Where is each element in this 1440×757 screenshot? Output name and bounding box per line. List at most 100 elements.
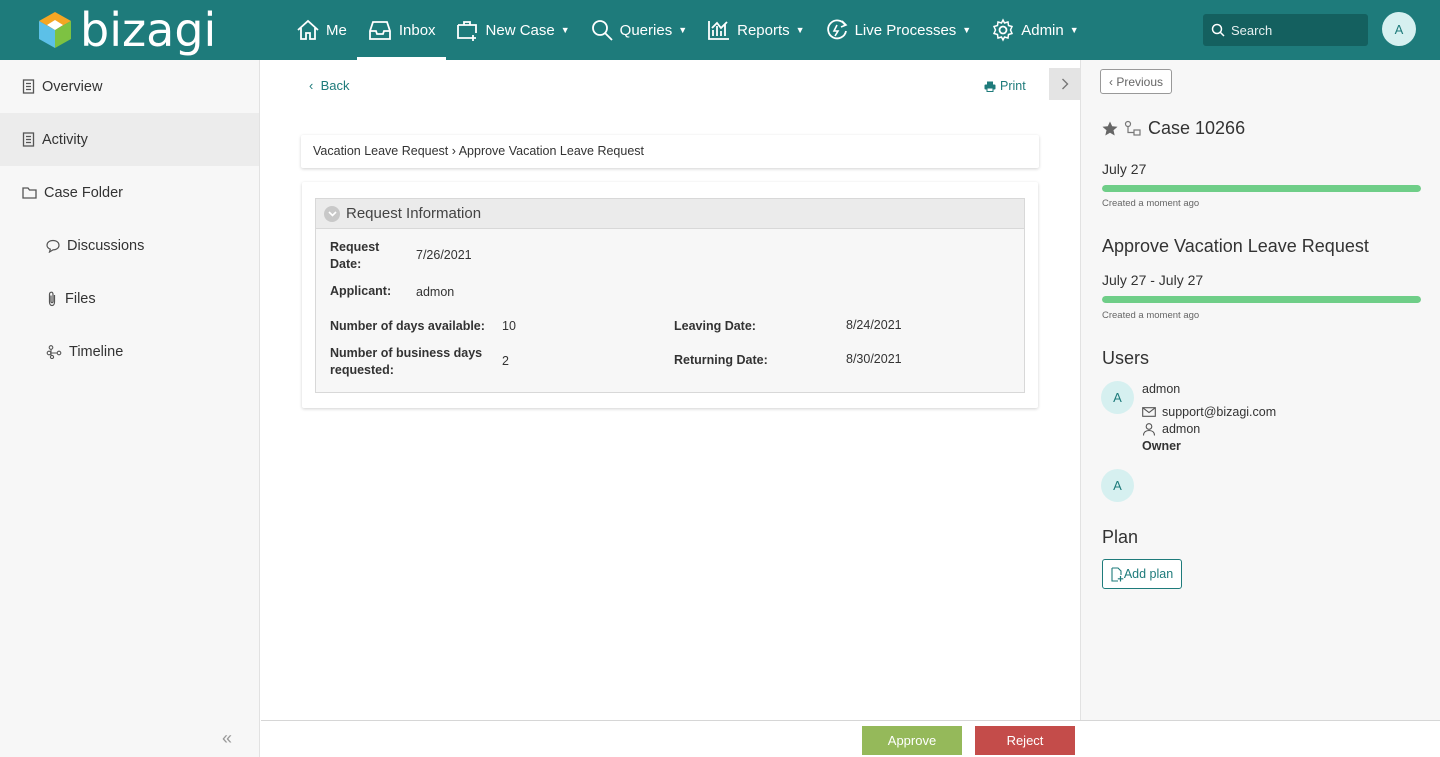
nav-label-reports: Reports [737,21,790,39]
sidebar-label: Files [65,290,96,307]
user-username: admon [1162,422,1201,436]
returning-date-value: 8/30/2021 [846,352,902,366]
applicant-value: admon [416,285,455,299]
user-email-row: support@bizagi.com [1142,405,1276,419]
collapse-sidebar-button[interactable]: « [222,728,232,749]
nav-label-inbox: Inbox [398,21,436,39]
action-bar: Approve Reject [261,720,1440,757]
case-progress-bar [1102,185,1421,192]
print-label: Print [1000,79,1026,93]
days-available-value: 10 [502,319,516,333]
nav-item-inbox[interactable]: Inbox [356,0,446,60]
new-case-icon [456,21,477,41]
nav-item-live-processes[interactable]: Live Processes ▼ [815,0,982,60]
expand-panel-button[interactable] [1049,68,1080,100]
print-link[interactable]: Print [984,79,1026,93]
nav-label-me: Me [326,21,347,39]
star-icon[interactable] [1102,121,1118,136]
sidebar-label: Overview [42,78,103,95]
chevron-right-icon [1061,78,1068,90]
caret-down-icon: ▼ [678,25,688,35]
applicant-label: Applicant: [330,284,392,298]
process-icon [1124,120,1141,136]
caret-down-icon: ▼ [795,25,805,35]
nav-item-reports[interactable]: Reports ▼ [697,0,814,60]
nav-label-admin: Admin [1021,21,1064,39]
reject-button[interactable]: Reject [975,726,1075,755]
user-avatar[interactable]: A [1101,469,1134,502]
case-progress-fill [1102,185,1421,192]
add-plan-label: Add plan [1123,567,1174,581]
bizagi-logo-icon [39,12,71,48]
sidebar-label: Timeline [69,343,124,360]
user-name: admon [1142,382,1181,396]
sidebar-label: Discussions [67,237,145,254]
caret-down-icon: ▼ [560,25,570,35]
request-date-value: 7/26/2021 [416,248,472,262]
top-bar: bizagi Me Inbox New Case ▼ Queries ▼ Rep… [0,0,1440,60]
previous-button[interactable]: ‹ Previous [1100,69,1172,94]
envelope-icon [1142,407,1156,417]
plan-title: Plan [1102,527,1139,547]
request-date-label: Request Date: [330,240,380,271]
nav-item-new-case[interactable]: New Case ▼ [446,0,580,60]
leaving-date-value: 8/24/2021 [846,318,902,332]
user-role: Owner [1142,439,1181,453]
add-plan-button[interactable]: Add plan [1102,559,1182,589]
days-available-label: Number of days available: [330,319,485,333]
users-title: Users [1102,348,1150,368]
nav-item-admin[interactable]: Admin ▼ [981,0,1088,60]
case-date: July 27 [1102,161,1147,177]
sidebar-label: Activity [42,131,88,148]
nav-item-me[interactable]: Me [286,0,357,60]
approve-button[interactable]: Approve [862,726,962,755]
case-number: Case 10266 [1148,118,1246,138]
user-username-row: admon [1142,422,1200,436]
nav-label-new-case: New Case [485,21,555,39]
nav-item-queries[interactable]: Queries ▼ [580,0,697,60]
reports-icon [708,21,730,40]
bizagi-logo[interactable]: bizagi [38,6,216,54]
back-label: Back [320,78,350,93]
task-progress-bar [1102,296,1421,303]
home-icon [297,19,319,40]
user-avatar[interactable]: A [1382,12,1416,46]
sidebar-item-activity[interactable]: Activity [0,113,259,166]
person-icon [1142,422,1156,436]
chevron-left-icon: ‹ [309,78,321,93]
caret-down-icon: ▼ [962,25,972,35]
search-box[interactable] [1203,14,1368,46]
logo-text: bizagi [80,3,217,57]
group-header[interactable]: Request Information [316,199,1024,229]
back-link[interactable]: ‹ Back [309,78,349,93]
live-processes-icon [826,19,848,40]
nav-label-live-processes: Live Processes [854,21,957,39]
breadcrumb: Vacation Leave Request › Approve Vacatio… [301,135,1039,168]
case-created-text: Created a moment ago [1102,198,1200,209]
business-days-label: Number of business days requested: [330,346,483,377]
sidebar-item-overview[interactable]: Overview [0,60,259,113]
case-title: Case 10266 [1102,118,1245,139]
returning-date-label: Returning Date: [674,353,768,367]
paperclip-icon [48,291,56,306]
left-sidebar: Overview Activity Case Folder Discussion… [0,60,260,757]
sidebar-label: Case Folder [44,184,123,201]
nav-label-queries: Queries [619,21,673,39]
sidebar-item-case-folder[interactable]: Case Folder [0,166,259,219]
inbox-icon [368,21,391,40]
printer-icon [984,81,996,92]
search-input[interactable] [1231,22,1361,38]
sidebar-item-files[interactable]: Files [0,272,259,325]
user-avatar[interactable]: A [1101,381,1134,414]
leaving-date-label: Leaving Date: [674,319,756,333]
previous-label: Previous [1116,74,1164,89]
sidebar-item-timeline[interactable]: Timeline [0,325,259,378]
timeline-icon [46,344,62,359]
add-document-icon [1111,566,1124,582]
business-days-value: 2 [502,354,509,368]
sidebar-item-discussions[interactable]: Discussions [0,219,259,272]
search-icon [1211,23,1225,37]
main-nav: Me Inbox New Case ▼ Queries ▼ Reports ▼ … [286,0,1089,60]
caret-down-icon: ▼ [1069,25,1079,35]
group-title: Request Information [346,205,482,222]
